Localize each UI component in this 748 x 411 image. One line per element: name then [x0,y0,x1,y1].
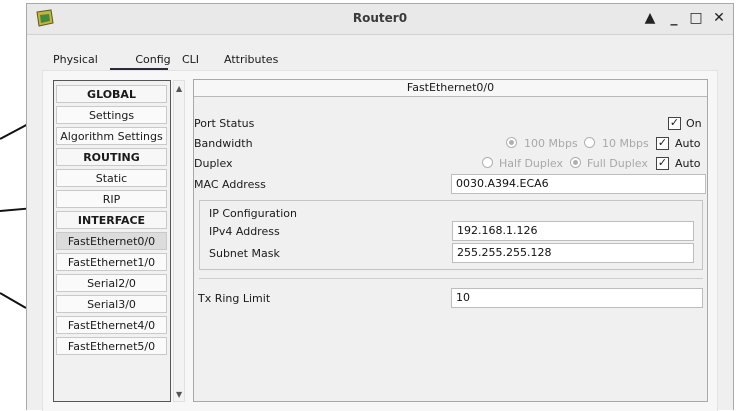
bandwidth-10-radio[interactable] [584,137,595,148]
minimize-button[interactable]: _ [665,9,683,27]
bandwidth-auto-checkbox[interactable]: ✓ [656,137,669,150]
ipv4-address-field[interactable]: 192.168.1.126 [452,221,694,241]
scroll-down-arrow-icon[interactable]: ▼ [176,390,182,399]
ip-configuration-group: IP Configuration IPv4 Address 192.168.1.… [199,200,703,270]
sidebar-item-settings[interactable]: Settings [56,106,167,124]
sidebar-header-routing: ROUTING [56,148,167,166]
title-bar[interactable]: Router0 ▲ _ □ ✕ [27,4,733,35]
duplex-half-label: Half Duplex [499,157,564,170]
tx-ring-limit-label: Tx Ring Limit [198,292,271,305]
ip-configuration-title: IP Configuration [209,207,297,220]
sidebar-item-fastethernet5-0[interactable]: FastEthernet5/0 [56,337,167,355]
port-status-label: Port Status [194,117,255,130]
sidebar-header-interface: INTERFACE [56,211,167,229]
duplex-auto-label: Auto [675,157,701,170]
close-button[interactable]: ✕ [710,9,728,27]
tab-attributes[interactable]: Attributes [224,48,278,72]
duplex-full-label: Full Duplex [587,157,648,170]
duplex-auto-checkbox[interactable]: ✓ [656,157,669,170]
interface-title: FastEthernet0/0 [194,80,707,97]
sidebar-item-fastethernet4-0[interactable]: FastEthernet4/0 [56,316,167,334]
sidebar-item-serial2-0[interactable]: Serial2/0 [56,274,167,292]
restore-button[interactable]: □ [687,9,705,27]
duplex-full-radio[interactable] [570,157,581,168]
bandwidth-100-radio[interactable] [506,137,517,148]
topology-link [0,292,27,309]
mac-address-field[interactable]: 0030.A394.ECA6 [451,174,706,194]
router-config-window: Router0 ▲ _ □ ✕ Physical Config CLI Attr… [26,3,734,411]
mac-address-label: MAC Address [194,178,266,191]
port-status-on-label: On [686,117,702,130]
subnet-mask-label: Subnet Mask [209,247,280,260]
sidebar-item-static[interactable]: Static [56,169,167,187]
bandwidth-label: Bandwidth [194,137,253,150]
sidebar-scrollbar[interactable]: ▲ ▼ [173,80,185,402]
window-title: Router0 [352,11,408,25]
duplex-half-radio[interactable] [482,157,493,168]
tab-cli[interactable]: CLI [182,48,199,72]
config-sidebar-list: GLOBAL Settings Algorithm Settings ROUTI… [53,80,171,402]
bandwidth-10-label: 10 Mbps [602,137,649,150]
tx-ring-limit-field[interactable]: 10 [451,288,703,308]
port-status-checkbox[interactable]: ✓ [668,117,681,130]
sidebar-item-serial3-0[interactable]: Serial3/0 [56,295,167,313]
subnet-mask-field[interactable]: 255.255.255.128 [452,243,694,263]
bandwidth-100-label: 100 Mbps [524,137,578,150]
tab-physical[interactable]: Physical [53,48,98,72]
separator [199,278,703,279]
duplex-label: Duplex [194,157,233,170]
sidebar-item-fastethernet1-0[interactable]: FastEthernet1/0 [56,253,167,271]
maximize-icon[interactable]: ▲ [641,9,659,27]
scroll-up-arrow-icon[interactable]: ▲ [176,84,182,93]
topology-link [0,124,27,140]
sidebar-item-rip[interactable]: RIP [56,190,167,208]
sidebar-header-global: GLOBAL [56,85,167,103]
ipv4-address-label: IPv4 Address [209,225,280,238]
topology-link [0,207,28,212]
sidebar-item-fastethernet0-0[interactable]: FastEthernet0/0 [56,232,167,250]
bandwidth-auto-label: Auto [675,137,701,150]
sidebar-item-algorithm-settings[interactable]: Algorithm Settings [56,127,167,145]
interface-config-panel: FastEthernet0/0 Port Status ✓ On Bandwid… [193,79,708,402]
